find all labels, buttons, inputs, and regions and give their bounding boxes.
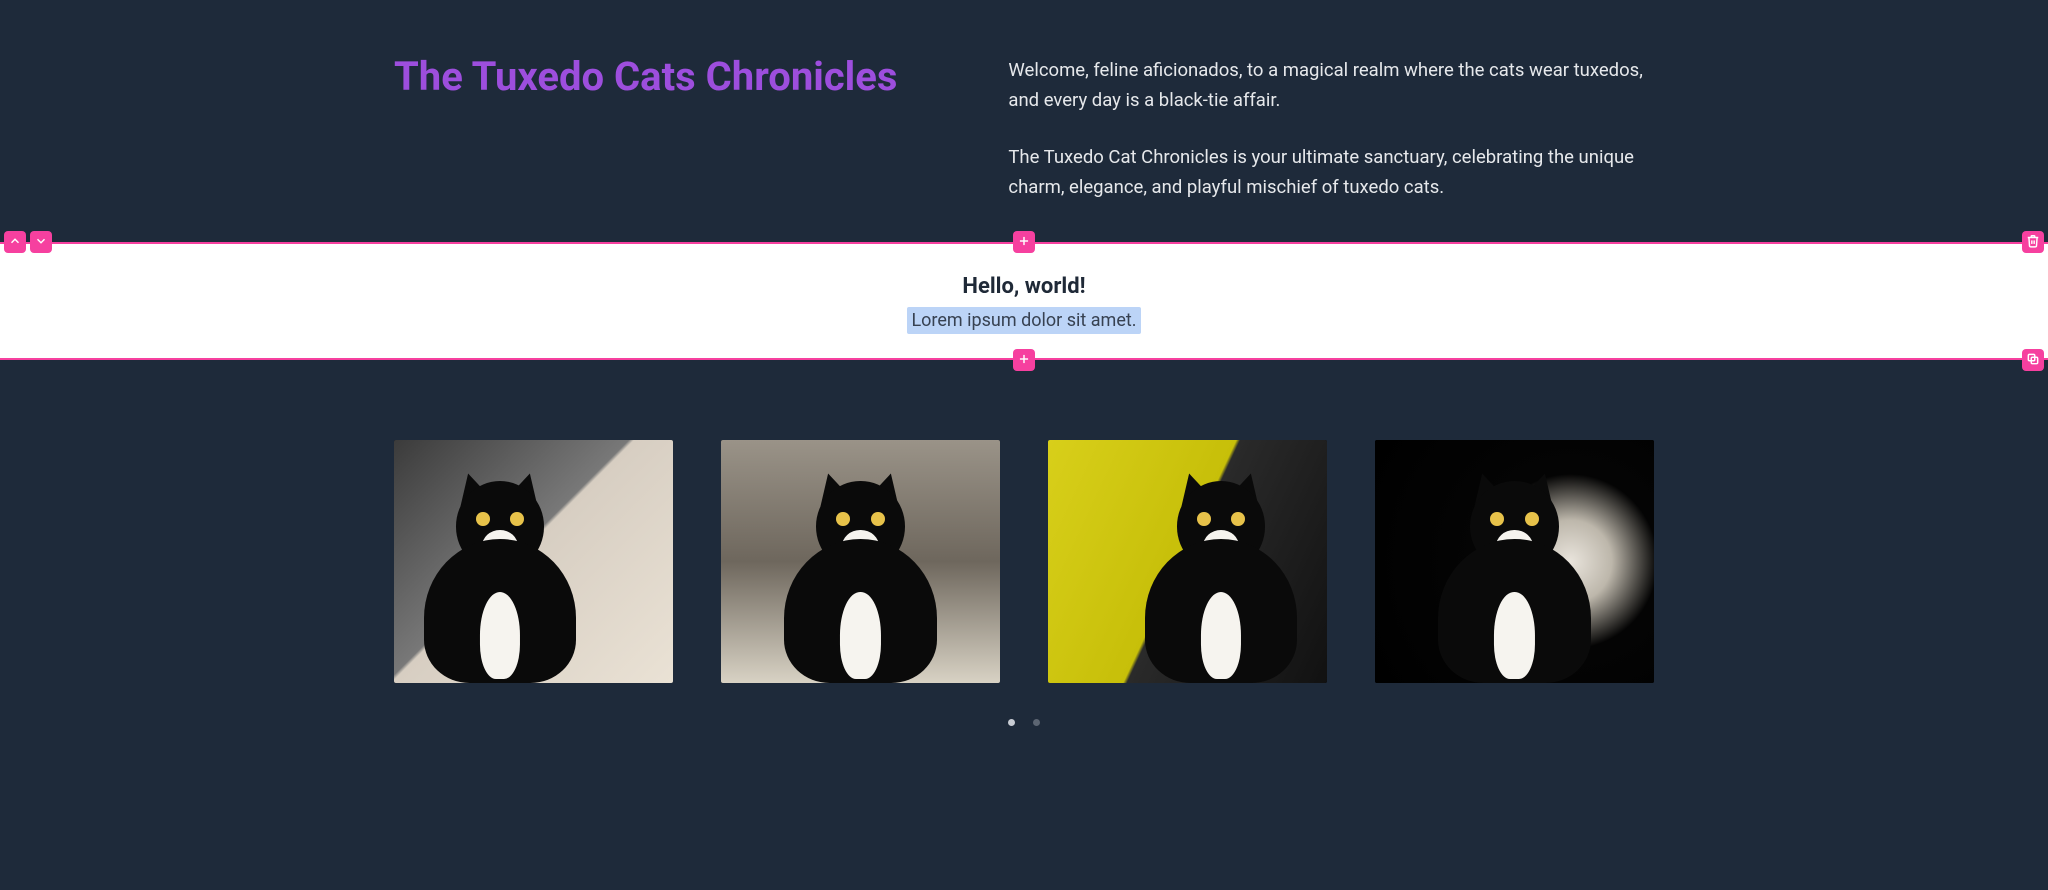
hero-paragraph-2: The Tuxedo Cat Chronicles is your ultima…	[1008, 143, 1654, 202]
add-block-below-button[interactable]	[1013, 349, 1035, 371]
gallery-tile[interactable]	[1048, 440, 1327, 683]
editor-block-title[interactable]: Hello, world!	[0, 270, 2048, 303]
pager-dot-1[interactable]	[1008, 719, 1015, 726]
chevron-up-icon	[8, 229, 22, 256]
delete-block-button[interactable]	[2022, 231, 2044, 253]
plus-icon	[1017, 229, 1031, 256]
trash-icon	[2026, 229, 2040, 256]
chevron-down-icon	[34, 229, 48, 256]
duplicate-block-button[interactable]	[2022, 349, 2044, 371]
editor-block-subtitle[interactable]: Lorem ipsum dolor sit amet.	[907, 307, 1140, 334]
hero-paragraph-1: Welcome, feline aficionados, to a magica…	[1008, 56, 1654, 115]
hero-section: The Tuxedo Cats Chronicles Welcome, feli…	[394, 0, 1654, 242]
editor-block-wrap: Hello, world! Lorem ipsum dolor sit amet…	[0, 242, 2048, 360]
cat-image-placeholder	[1414, 477, 1615, 683]
gallery-tile[interactable]	[394, 440, 673, 683]
gallery-tile[interactable]	[721, 440, 1000, 683]
move-up-button[interactable]	[4, 231, 26, 253]
hero-title-wrap: The Tuxedo Cats Chronicles	[394, 48, 948, 202]
add-block-above-button[interactable]	[1013, 231, 1035, 253]
copy-icon	[2026, 347, 2040, 374]
carousel-pager	[0, 683, 2048, 726]
page-title: The Tuxedo Cats Chronicles	[394, 48, 948, 106]
hero-copy: Welcome, feline aficionados, to a magica…	[1008, 48, 1654, 202]
editor-block[interactable]: Hello, world! Lorem ipsum dolor sit amet…	[0, 242, 2048, 360]
pager-dot-2[interactable]	[1033, 719, 1040, 726]
cat-image-placeholder	[760, 477, 961, 683]
move-down-button[interactable]	[30, 231, 52, 253]
cat-image-placeholder	[400, 477, 601, 683]
gallery-tile[interactable]	[1375, 440, 1654, 683]
cat-image-placeholder	[1121, 477, 1322, 683]
plus-icon	[1017, 347, 1031, 374]
gallery-row	[394, 440, 1654, 683]
gallery-section	[0, 360, 2048, 766]
